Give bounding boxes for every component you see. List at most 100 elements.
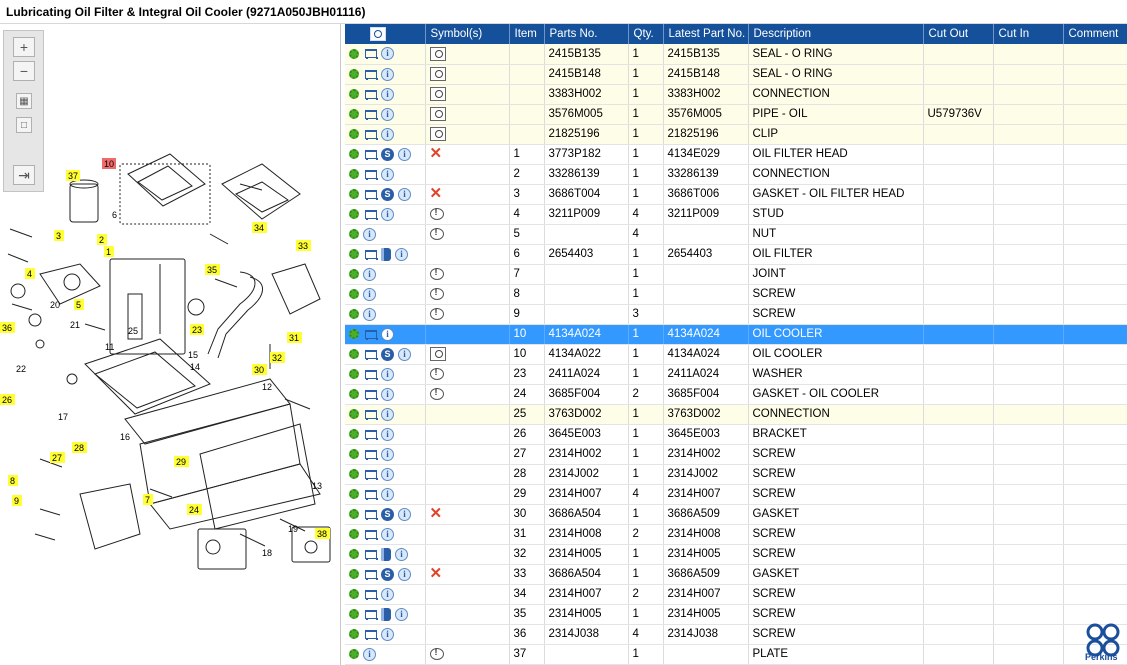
configure-icon[interactable] [349, 429, 359, 439]
table-row[interactable]: i 9 3 SCREW [345, 304, 1127, 325]
configure-icon[interactable] [349, 609, 359, 619]
column-header-cut-in[interactable]: Cut In [993, 24, 1064, 44]
table-row[interactable]: i 5 4 NUT [345, 224, 1127, 245]
note-icon[interactable] [429, 207, 444, 220]
info-icon[interactable]: i [398, 347, 411, 361]
configure-icon[interactable] [349, 89, 359, 99]
table-row[interactable]: i 2415B135 1 2415B135 SEAL - O RING [345, 44, 1127, 65]
table-row[interactable]: i 25 3763D002 1 3763D002 CONNECTION [345, 404, 1127, 425]
add-to-cart-icon[interactable] [363, 329, 378, 340]
superseded-icon[interactable]: ✕ [430, 185, 443, 202]
column-header-item[interactable]: Item [509, 24, 545, 44]
info-icon[interactable]: i [381, 367, 394, 381]
view-detail-icon[interactable] [429, 347, 446, 361]
configure-icon[interactable] [349, 69, 359, 79]
configure-icon[interactable] [349, 409, 359, 419]
table-row[interactable]: i 3576M005 1 3576M005 PIPE - OIL U579736V [345, 104, 1127, 125]
table-row[interactable]: i 6 2654403 1 2654403 OIL FILTER [345, 244, 1127, 265]
note-icon[interactable] [429, 387, 444, 400]
table-row[interactable]: i 10 4134A024 1 4134A024 OIL COOLER [345, 324, 1127, 345]
service-bulletin-icon[interactable]: S [381, 567, 394, 581]
view-detail-icon[interactable] [429, 87, 446, 101]
note-icon[interactable] [429, 227, 444, 240]
manual-icon[interactable] [381, 607, 391, 621]
configure-icon[interactable] [349, 169, 359, 179]
info-icon[interactable]: i [381, 107, 394, 121]
service-bulletin-icon[interactable]: S [381, 347, 394, 361]
manual-icon[interactable] [381, 547, 391, 561]
add-to-cart-icon[interactable] [363, 48, 378, 60]
info-icon[interactable]: i [381, 467, 394, 481]
column-header-latest-part-no[interactable]: Latest Part No. [663, 24, 749, 44]
configure-icon[interactable] [349, 649, 359, 659]
configure-icon[interactable] [349, 549, 359, 559]
info-icon[interactable]: i [381, 127, 394, 141]
exploded-diagram-panel[interactable]: + − ▦ □ ⇥ 37 6 10 3 2 1 4 5 36 20 21 22 … [0, 24, 341, 665]
table-row[interactable]: i 31 2314H008 2 2314H008 SCREW [345, 524, 1127, 545]
info-icon[interactable]: i [381, 327, 394, 341]
info-icon[interactable]: i [381, 167, 394, 181]
info-icon[interactable]: i [381, 427, 394, 441]
configure-icon[interactable] [349, 149, 359, 159]
configure-icon[interactable] [349, 289, 359, 299]
info-icon[interactable]: i [398, 567, 411, 581]
info-icon[interactable]: i [363, 647, 376, 661]
expand-icon[interactable]: ⇥ [13, 165, 35, 185]
service-bulletin-icon[interactable]: S [381, 507, 394, 521]
info-icon[interactable]: i [381, 627, 394, 641]
add-to-cart-icon[interactable] [363, 409, 378, 420]
configure-icon[interactable] [349, 369, 359, 379]
configure-icon[interactable] [349, 489, 359, 499]
add-to-cart-icon[interactable] [363, 149, 378, 160]
service-bulletin-icon[interactable]: S [381, 187, 394, 201]
info-icon[interactable]: i [381, 87, 394, 101]
manual-icon[interactable] [381, 247, 391, 261]
table-row[interactable]: i 21825196 1 21825196 CLIP [345, 124, 1127, 145]
configure-icon[interactable] [349, 529, 359, 539]
info-icon[interactable]: i [381, 407, 394, 421]
column-header-comment[interactable]: Comment [1063, 24, 1127, 44]
info-icon[interactable]: i [398, 507, 411, 521]
configure-icon[interactable] [349, 329, 359, 339]
table-row[interactable]: i 2 33286139 1 33286139 CONNECTION [345, 164, 1127, 185]
table-row[interactable]: i 27 2314H002 1 2314H002 SCREW [345, 444, 1127, 465]
actual-size-icon[interactable]: □ [16, 117, 32, 133]
superseded-icon[interactable]: ✕ [430, 505, 443, 522]
table-row[interactable]: i 37 1 PLATE [345, 644, 1127, 665]
add-to-cart-icon[interactable] [363, 129, 378, 140]
info-icon[interactable]: i [395, 547, 408, 561]
table-row[interactable]: i 32 2314H005 1 2314H005 SCREW [345, 544, 1127, 565]
info-icon[interactable]: i [363, 307, 376, 321]
table-row[interactable]: i 36 2314J038 4 2314J038 SCREW [345, 624, 1127, 645]
table-row[interactable]: Si ✕ 30 3686A504 1 3686A509 GASKET [345, 504, 1127, 525]
add-to-cart-icon[interactable] [363, 249, 378, 260]
info-icon[interactable]: i [381, 207, 394, 221]
table-row[interactable]: i232411A02412411A024WASHER [345, 364, 1127, 385]
add-to-cart-icon[interactable] [363, 389, 378, 400]
info-icon[interactable]: i [381, 67, 394, 81]
add-to-cart-icon[interactable] [363, 589, 378, 600]
configure-icon[interactable] [349, 389, 359, 399]
add-to-cart-icon[interactable] [363, 509, 378, 520]
info-icon[interactable]: i [395, 607, 408, 621]
info-icon[interactable]: i [398, 147, 411, 161]
add-to-cart-icon[interactable] [363, 89, 378, 100]
note-icon[interactable] [429, 647, 444, 660]
note-icon[interactable] [429, 307, 444, 320]
info-icon[interactable]: i [395, 247, 408, 261]
configure-icon[interactable] [349, 629, 359, 639]
configure-icon[interactable] [349, 109, 359, 119]
add-to-cart-icon[interactable] [363, 609, 378, 620]
configure-icon[interactable] [349, 249, 359, 259]
table-row[interactable]: i 7 1 JOINT [345, 264, 1127, 285]
note-icon[interactable] [429, 267, 444, 280]
configure-icon[interactable] [349, 189, 359, 199]
add-to-cart-icon[interactable] [363, 109, 378, 120]
configure-icon[interactable] [349, 469, 359, 479]
add-to-cart-icon[interactable] [363, 169, 378, 180]
table-row[interactable]: Si 10 4134A022 1 4134A024 OIL COOLER [345, 344, 1127, 365]
view-detail-icon[interactable] [429, 127, 446, 141]
table-row[interactable]: i 35 2314H005 1 2314H005 SCREW [345, 604, 1127, 625]
table-row[interactable]: i 2415B148 1 2415B148 SEAL - O RING [345, 64, 1127, 85]
configure-icon[interactable] [349, 129, 359, 139]
